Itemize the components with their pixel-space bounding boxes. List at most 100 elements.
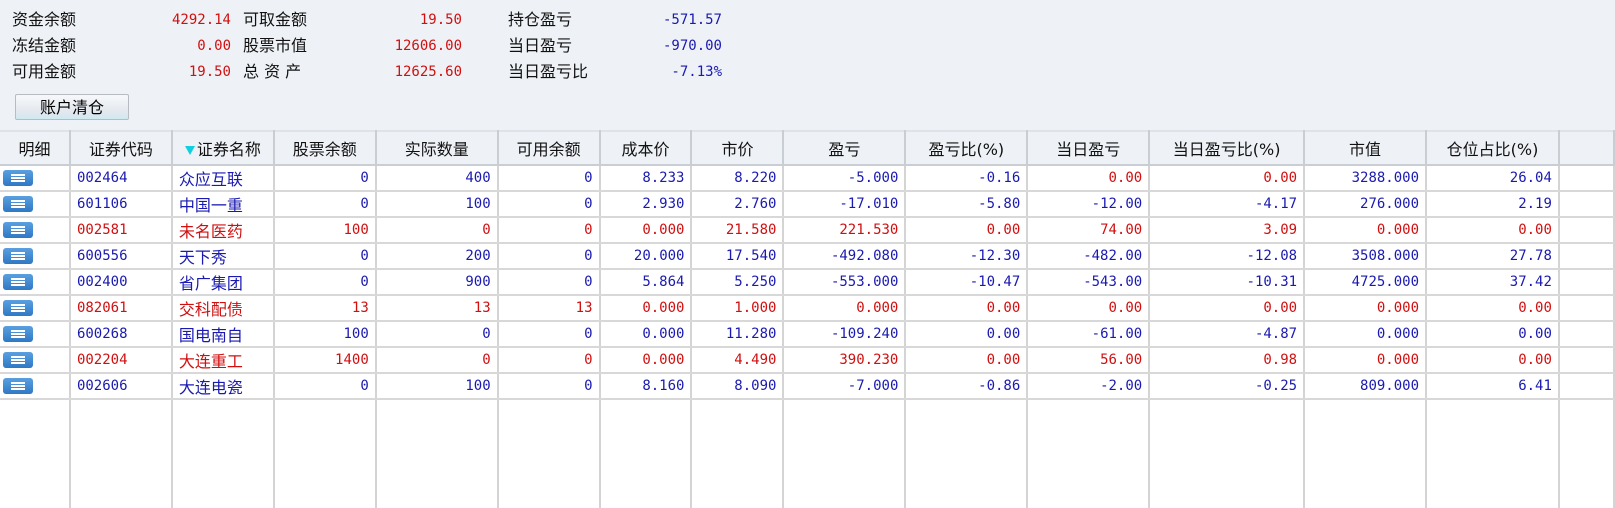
table-row[interactable]: 002400 省广集团 0 900 0 5.864 5.250 -553.000 -10.47-… [0, 269, 1615, 296]
table-row[interactable]: 002581 未名医药 100 0 0 0.000 21.580 221.530 0.00 74.… [0, 217, 1615, 244]
table-row[interactable]: 601106 中国一重 0 100 0 2.930 2.760 -17.010 -5.80 -12… [0, 191, 1615, 218]
empty-filler-row [0, 399, 1615, 508]
empty-cell [1426, 399, 1560, 508]
table-cell: 17.540 [691, 243, 785, 270]
table-row[interactable]: 600556 天下秀 0 200 0 20.000 17.540 -492.080 -12.30… [0, 243, 1615, 270]
sort-desc-icon [184, 146, 195, 155]
summary-value: 12625.60 [394, 64, 462, 80]
column-header[interactable]: 当日盈亏 [1027, 130, 1151, 166]
table-cell: 21.580 [691, 217, 785, 244]
column-header-label: 市价 [721, 140, 754, 159]
security-name: 天下秀 [171, 243, 275, 270]
table-cell: 0.00 [905, 347, 1029, 374]
column-header[interactable]: 证券名称 [171, 130, 275, 166]
table-row[interactable]: 002204 大连重工 1400 0 0 0.000 4.490 390.230 0.00 56.… [0, 347, 1615, 374]
column-header-label: 当日盈亏 [1056, 140, 1121, 159]
table-row[interactable]: 002464 众应互联 0 400 0 8.233 8.220 -5.000 -0.16 0.00… [0, 165, 1615, 192]
detail-cell [0, 321, 71, 348]
detail-cell [0, 165, 71, 192]
column-header[interactable]: 盈亏 [783, 130, 907, 166]
column-header[interactable]: 可用余额 [497, 130, 601, 166]
table-cell: 11.280 [691, 321, 785, 348]
detail-list-icon[interactable] [3, 222, 33, 238]
table-cell: 0.00 [905, 217, 1029, 244]
detail-list-icon[interactable] [3, 196, 33, 212]
table-cell: -543.00 [1027, 269, 1151, 296]
table-cell: 4.490 [691, 347, 785, 374]
detail-cell [0, 373, 71, 400]
table-cell: 6.41 [1426, 373, 1560, 400]
table-cell: 13 [375, 295, 499, 322]
detail-cell [0, 347, 71, 374]
empty-cell [1149, 399, 1306, 508]
column-header[interactable]: 股票余额 [273, 130, 377, 166]
table-cell: 13 [497, 295, 601, 322]
table-cell: 5.250 [691, 269, 785, 296]
table-cell: 0.000 [599, 217, 693, 244]
empty-cell [1558, 269, 1615, 296]
column-header[interactable]: 明细 [0, 130, 71, 166]
table-cell: -4.17 [1149, 191, 1306, 218]
table-cell: 56.00 [1027, 347, 1151, 374]
summary-label: 当日盈亏比 [508, 62, 589, 81]
detail-cell [0, 217, 71, 244]
column-header-label: 股票余额 [292, 140, 357, 159]
table-cell: 0.98 [1149, 347, 1306, 374]
detail-list-icon[interactable] [3, 248, 33, 264]
table-cell: -109.240 [783, 321, 907, 348]
table-cell: 200 [375, 243, 499, 270]
empty-cell [783, 399, 907, 508]
table-cell: 0 [273, 191, 377, 218]
column-header[interactable]: 仓位占比(%) [1426, 130, 1560, 166]
table-row[interactable]: 082061 交科配债 13 13 13 0.000 1.000 0.000 0.00 0.00 0… [0, 295, 1615, 322]
column-header[interactable]: 市值 [1304, 130, 1428, 166]
summary-value: -571.57 [662, 12, 722, 28]
column-header[interactable]: 盈亏比(%) [905, 130, 1029, 166]
detail-list-icon[interactable] [3, 326, 33, 342]
table-cell: 0 [497, 373, 601, 400]
column-header-label: 明细 [18, 140, 51, 159]
clear-account-button[interactable]: 账户清仓 [15, 94, 129, 120]
detail-list-icon[interactable] [3, 352, 33, 368]
table-cell: 8.220 [691, 165, 785, 192]
table-cell: -553.000 [783, 269, 907, 296]
table-row[interactable]: 600268 国电南自 100 0 0 0.000 11.280 -109.240 0.00 -6… [0, 321, 1615, 348]
table-cell: 1.000 [691, 295, 785, 322]
table-cell: 0 [273, 373, 377, 400]
table-row[interactable]: 002606 大连电瓷 0 100 0 8.160 8.090 -7.000 -0.86 -2.0… [0, 373, 1615, 400]
table-cell: 3508.000 [1304, 243, 1428, 270]
summary-value: 19.50 [188, 64, 231, 80]
detail-list-icon[interactable] [3, 274, 33, 290]
table-cell: 0 [375, 217, 499, 244]
security-code: 600556 [69, 243, 173, 270]
column-header[interactable]: 实际数量 [375, 130, 499, 166]
table-cell: 8.090 [691, 373, 785, 400]
table-cell: 0.000 [1304, 217, 1428, 244]
detail-list-icon[interactable] [3, 170, 33, 186]
empty-cell [1558, 347, 1615, 374]
table-cell: -10.31 [1149, 269, 1306, 296]
security-code: 002400 [69, 269, 173, 296]
column-header-label: 成本价 [621, 140, 670, 159]
summary-value: -970.00 [662, 38, 722, 54]
column-header[interactable]: 市价 [691, 130, 785, 166]
column-header[interactable]: 证券代码 [69, 130, 173, 166]
security-name: 大连重工 [171, 347, 275, 374]
table-cell: 0.000 [1304, 347, 1428, 374]
column-header[interactable]: 当日盈亏比(%) [1149, 130, 1306, 166]
detail-list-icon[interactable] [3, 300, 33, 316]
table-cell: 221.530 [783, 217, 907, 244]
security-code: 601106 [69, 191, 173, 218]
table-cell: 0 [497, 321, 601, 348]
empty-cell [1558, 165, 1615, 192]
table-cell: 0.00 [1149, 295, 1306, 322]
column-header-label: 仓位占比(%) [1446, 140, 1539, 159]
column-header[interactable]: 成本价 [599, 130, 693, 166]
summary-label: 冻结金额 [12, 36, 77, 55]
table-cell: -12.00 [1027, 191, 1151, 218]
summary-label: 可用金额 [12, 62, 77, 81]
detail-list-icon[interactable] [3, 378, 33, 394]
table-cell: -17.010 [783, 191, 907, 218]
table-cell: 0 [497, 269, 601, 296]
summary-label: 当日盈亏 [508, 36, 573, 55]
